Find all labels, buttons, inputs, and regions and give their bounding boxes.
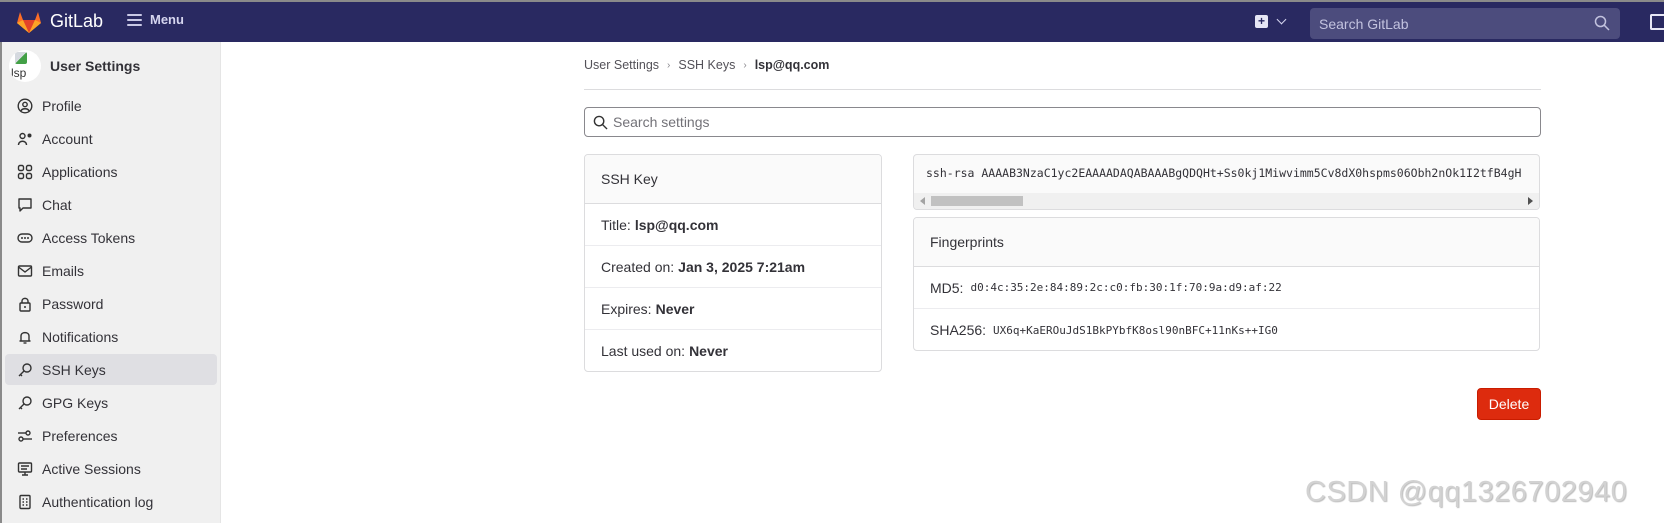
chevron-down-icon [1276,14,1287,25]
sidebar-item-label: SSH Keys [42,361,106,378]
scrollbar-thumb[interactable] [931,196,1023,206]
sidebar-item-notifications[interactable]: Notifications [5,321,217,352]
key-icon [17,395,33,411]
row-value: Never [655,300,695,317]
top-navbar: GitLab Menu + Search GitLab [0,2,1664,42]
todo-icon[interactable] [1650,14,1664,30]
gitlab-logo-icon[interactable] [16,10,42,34]
hamburger-icon [127,13,142,26]
md5-value: d0:4c:35:2e:84:89:2c:c0:fb:30:1f:70:9a:d… [970,281,1282,294]
sidebar-item-chat[interactable]: Chat [5,189,217,220]
bell-icon [17,329,33,345]
avatar: lsp [9,50,41,82]
sidebar-item-label: Notifications [42,328,119,345]
brand-name[interactable]: GitLab [50,11,103,32]
row-label: Created on: [601,258,675,275]
breadcrumb-user-settings[interactable]: User Settings [584,58,659,72]
sha256-row: SHA256: UX6q+KaEROuJdS1BkPYbfK8osl90nBFC… [914,309,1539,350]
delete-button[interactable]: Delete [1477,388,1541,420]
log-icon [17,494,33,510]
watermark: CSDN @qq1326702940 [1305,476,1628,508]
fingerprints-header: Fingerprints [914,218,1539,267]
global-search-input[interactable]: Search GitLab [1310,8,1620,39]
sidebar-item-emails[interactable]: Emails [5,255,217,286]
key-icon [17,362,33,378]
breadcrumb-current[interactable]: lsp@qq.com [755,58,830,72]
sidebar-item-access-tokens[interactable]: Access Tokens [5,222,217,253]
account-icon [17,131,33,147]
sidebar-context-header[interactable]: lsp User Settings [9,50,140,82]
preferences-icon [17,428,33,444]
chat-icon [17,197,33,213]
sidebar-item-preferences[interactable]: Preferences [5,420,217,451]
sidebar-item-label: Password [42,295,104,312]
new-dropdown-button[interactable]: + [1255,14,1287,28]
menu-button[interactable]: Menu [127,12,184,27]
settings-search-input[interactable]: Search settings [584,107,1541,137]
key-created-row: Created on: Jan 3, 2025 7:21am [585,246,881,288]
broken-image-icon [15,52,27,64]
plus-square-icon: + [1255,15,1268,28]
search-icon [1594,15,1610,31]
breadcrumb-divider [584,89,1541,90]
sha256-value: UX6q+KaEROuJdS1BkPYbfK8osl90nBFC+11nKs++… [993,323,1278,337]
md5-row: MD5: d0:4c:35:2e:84:89:2c:c0:fb:30:1f:70… [914,267,1539,309]
scroll-right-arrow-icon[interactable] [1528,197,1533,205]
row-value: lsp@qq.com [634,216,719,233]
sidebar: lsp User Settings Profile Account Applic… [0,42,221,523]
sidebar-item-active-sessions[interactable]: Active Sessions [5,453,217,484]
row-label: MD5: [930,279,964,296]
mail-icon [17,263,33,279]
key-expires-row: Expires: Never [585,288,881,330]
sidebar-item-label: Access Tokens [42,229,136,246]
fingerprints-card: Fingerprints MD5: d0:4c:35:2e:84:89:2c:c… [913,217,1540,351]
sidebar-item-ssh-keys[interactable]: SSH Keys [5,354,217,385]
menu-label: Menu [150,12,184,27]
public-key-text[interactable]: ssh-rsa AAAAB3NzaC1yc2EAAAADAQABAAABgQDQ… [926,166,1521,180]
row-value: Never [689,343,728,359]
sidebar-item-authentication-log[interactable]: Authentication log [5,486,217,517]
sidebar-context-title: User Settings [50,58,141,74]
public-key-box[interactable]: ssh-rsa AAAAB3NzaC1yc2EAAAADAQABAAABgQDQ… [913,154,1540,210]
key-last-used-row: Last used on: Never [585,330,881,371]
sidebar-item-label: Active Sessions [42,460,141,477]
sidebar-item-label: Emails [42,262,85,279]
chevron-right-icon: › [667,59,671,71]
sidebar-item-label: GPG Keys [42,394,109,411]
row-label: Last used on: [601,343,686,359]
sidebar-item-label: Applications [42,163,118,180]
sidebar-item-profile[interactable]: Profile [5,90,217,121]
applications-icon [17,164,33,180]
sidebar-nav: Profile Account Applications Chat Access… [5,90,217,519]
sidebar-item-label: Profile [42,97,82,114]
breadcrumb: User Settings › SSH Keys › lsp@qq.com [584,58,829,72]
row-value: Jan 3, 2025 7:21am [678,258,806,275]
monitor-icon [17,461,33,477]
row-label: Expires: [601,300,652,317]
avatar-alt-text: lsp [11,66,27,80]
breadcrumb-ssh-keys[interactable]: SSH Keys [678,58,735,72]
ssh-key-card-header: SSH Key [585,155,881,204]
sidebar-item-applications[interactable]: Applications [5,156,217,187]
profile-icon [17,97,33,114]
sidebar-item-password[interactable]: Password [5,288,217,319]
sidebar-item-label: Preferences [42,427,118,444]
row-label: SHA256: [930,322,987,338]
ssh-key-card: SSH Key Title: lsp@qq.com Created on: Ja… [584,154,882,372]
lock-icon [17,296,33,312]
sidebar-item-gpg-keys[interactable]: GPG Keys [5,387,217,418]
search-icon [593,115,608,130]
sidebar-item-label: Account [42,130,93,147]
horizontal-scrollbar[interactable] [914,193,1539,209]
global-search-placeholder: Search GitLab [1319,15,1409,32]
key-title-row: Title: lsp@qq.com [585,204,881,246]
token-icon [17,230,33,246]
sidebar-item-label: Authentication log [42,493,154,510]
sidebar-item-label: Chat [42,196,72,213]
scroll-left-arrow-icon[interactable] [920,197,925,205]
row-label: Title: [601,216,631,233]
sidebar-item-account[interactable]: Account [5,123,217,154]
settings-search-placeholder: Search settings [613,114,710,130]
chevron-right-icon: › [743,59,747,71]
